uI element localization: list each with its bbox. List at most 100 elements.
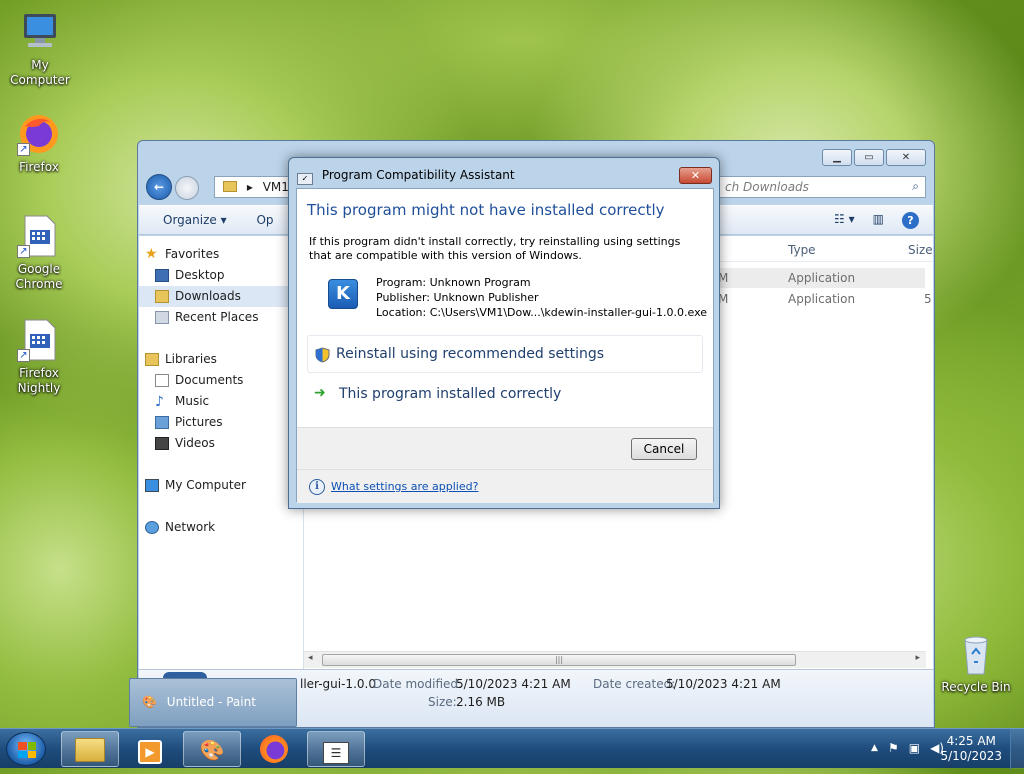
recent-places-icon <box>155 311 169 324</box>
column-header-type[interactable]: Type <box>788 243 816 257</box>
nav-label: Network <box>165 520 216 534</box>
kde-program-icon: K <box>328 279 358 309</box>
file-type: Application <box>788 271 856 285</box>
shortcut-file-icon: ↗ <box>17 214 61 258</box>
info-icon: i <box>309 479 325 495</box>
nav-item-videos[interactable]: Videos <box>139 433 303 454</box>
program-location: Location: C:\Users\VM1\Dow...\kdewin-ins… <box>376 306 708 319</box>
scroll-left-icon[interactable]: ◂ <box>308 653 313 663</box>
breadcrumb-segment[interactable]: VM1 <box>263 180 289 194</box>
breadcrumb-arrow-icon: ▸ <box>246 180 253 194</box>
scrollbar-thumb[interactable]: ||| <box>322 654 796 666</box>
videos-icon <box>155 437 169 450</box>
change-view-icon[interactable]: ☷ ▾ <box>834 212 855 229</box>
paint-thumbnail-flyout[interactable]: 🎨 Untitled - Paint <box>129 678 297 727</box>
uac-shield-icon <box>315 347 330 363</box>
pictures-icon <box>155 416 169 429</box>
action-center-flag-icon[interactable]: ⚑ <box>888 741 899 755</box>
shortcut-arrow-icon: ↗ <box>17 143 30 156</box>
nav-label: Favorites <box>165 247 220 261</box>
taskbar-explorer-button[interactable] <box>61 731 119 767</box>
dialog-title-bar: ✓ Program Compatibility Assistant <box>297 168 515 185</box>
horizontal-scrollbar[interactable]: ◂ ||| ▸ <box>304 651 926 668</box>
desktop-icon <box>155 269 169 282</box>
close-button[interactable]: ✕ <box>886 149 926 166</box>
column-header-size[interactable]: Size <box>908 243 933 257</box>
firefox-taskbar-icon <box>260 735 288 763</box>
preview-pane-icon[interactable]: ▥ <box>873 212 884 229</box>
scroll-right-icon[interactable]: ▸ <box>915 653 920 663</box>
desktop-icon-label: Recycle Bin <box>941 680 1011 694</box>
paint-small-icon: 🎨 <box>142 695 157 709</box>
show-hidden-icons-button[interactable]: ▲ <box>871 741 878 755</box>
nav-item-music[interactable]: ♪ Music <box>139 391 303 412</box>
computer-icon <box>145 479 159 492</box>
program-info: Program: Unknown Program Publisher: Unkn… <box>376 275 707 320</box>
nav-item-my-computer[interactable]: My Computer <box>139 475 303 496</box>
documents-icon <box>155 374 169 387</box>
back-button[interactable]: ← <box>146 174 172 200</box>
file-size: 5 <box>924 292 932 306</box>
dialog-close-button[interactable]: ✕ <box>679 167 712 184</box>
details-size-label: Size: <box>428 695 457 709</box>
taskbar-clock[interactable]: 4:25 AM 5/10/2023 <box>940 734 1002 764</box>
nav-item-desktop[interactable]: Desktop <box>139 265 303 286</box>
nav-label: Music <box>175 394 210 408</box>
desktop-icon-firefox-nightly[interactable]: ↗ Firefox Nightly <box>0 318 79 396</box>
music-icon: ♪ <box>155 394 164 410</box>
organize-button[interactable]: Organize ▾ <box>163 213 227 227</box>
network-tray-icon[interactable]: ▣ <box>909 741 920 755</box>
desktop-icon-label: Firefox <box>19 160 59 174</box>
settings-applied-label: What settings are applied? <box>331 480 479 493</box>
desktop-icon-recycle-bin[interactable]: Recycle Bin <box>936 632 1016 695</box>
nav-item-favorites[interactable]: ★ Favorites <box>139 244 303 265</box>
clock-date: 5/10/2023 <box>940 749 1002 763</box>
desktop-icon-firefox[interactable]: ↗ Firefox <box>0 112 79 175</box>
dialog-footer: Cancel i What settings are applied? <box>297 427 713 503</box>
star-icon: ★ <box>145 246 158 262</box>
nav-item-downloads[interactable]: Downloads <box>139 286 303 307</box>
taskbar-paint-button[interactable]: 🎨 <box>183 731 241 767</box>
dialog-message: If this program didn't install correctly… <box>309 235 681 262</box>
libraries-icon <box>145 353 159 366</box>
dialog-body: This program might not have installed co… <box>296 188 714 503</box>
nav-item-libraries[interactable]: Libraries <box>139 349 303 370</box>
taskbar-media-player-button[interactable]: ▶ <box>121 731 179 767</box>
help-icon[interactable]: ? <box>902 212 919 229</box>
nav-label: Pictures <box>175 415 223 429</box>
settings-applied-link[interactable]: i What settings are applied? <box>309 479 479 495</box>
dialog-heading: This program might not have installed co… <box>307 201 665 219</box>
desktop-icon-label: Google Chrome <box>15 262 63 291</box>
open-button[interactable]: Op <box>256 213 273 227</box>
taskbar-notepad-button[interactable]: ☰ <box>307 731 365 767</box>
nav-item-network[interactable]: Network <box>139 517 303 538</box>
details-size: 2.16 MB <box>456 695 506 709</box>
desktop-icon-google-chrome[interactable]: ↗ Google Chrome <box>0 214 79 292</box>
flyout-title: Untitled - Paint <box>166 695 256 709</box>
nav-label: Videos <box>175 436 215 450</box>
nav-item-documents[interactable]: Documents <box>139 370 303 391</box>
program-name: Program: Unknown Program <box>376 276 531 289</box>
start-button[interactable] <box>6 732 46 766</box>
nav-item-recent-places[interactable]: Recent Places <box>139 307 303 328</box>
desktop-icon-my-computer[interactable]: My Computer <box>0 10 80 88</box>
search-placeholder: ch Downloads <box>725 180 809 194</box>
nav-item-pictures[interactable]: Pictures <box>139 412 303 433</box>
search-icon[interactable]: ⌕ <box>912 179 919 194</box>
details-date-created: 5/10/2023 4:21 AM <box>666 677 781 691</box>
compatibility-dialog[interactable]: ✓ Program Compatibility Assistant ✕ This… <box>288 157 720 509</box>
taskbar-firefox-button[interactable] <box>245 731 303 767</box>
forward-button[interactable] <box>175 176 199 200</box>
desktop-icon-label: My Computer <box>10 58 70 87</box>
minimize-button[interactable]: ▁ <box>822 149 852 166</box>
show-desktop-button[interactable] <box>1010 729 1024 769</box>
maximize-button[interactable]: ▭ <box>854 149 884 166</box>
installed-correctly-option[interactable]: ➜ This program installed correctly <box>307 376 703 414</box>
nav-label: Libraries <box>165 352 217 366</box>
cancel-button[interactable]: Cancel <box>631 438 697 460</box>
reinstall-recommended-option[interactable]: Reinstall using recommended settings <box>307 335 703 373</box>
search-input[interactable]: ch Downloads ⌕ <box>716 176 926 198</box>
taskbar: ▶ 🎨 ☰ ▲ ⚑ ▣ ◀) 4:25 AM 5/10/2023 <box>0 728 1024 769</box>
clock-time: 4:25 AM <box>946 734 996 748</box>
list-document-icon: ☰ <box>323 742 349 764</box>
